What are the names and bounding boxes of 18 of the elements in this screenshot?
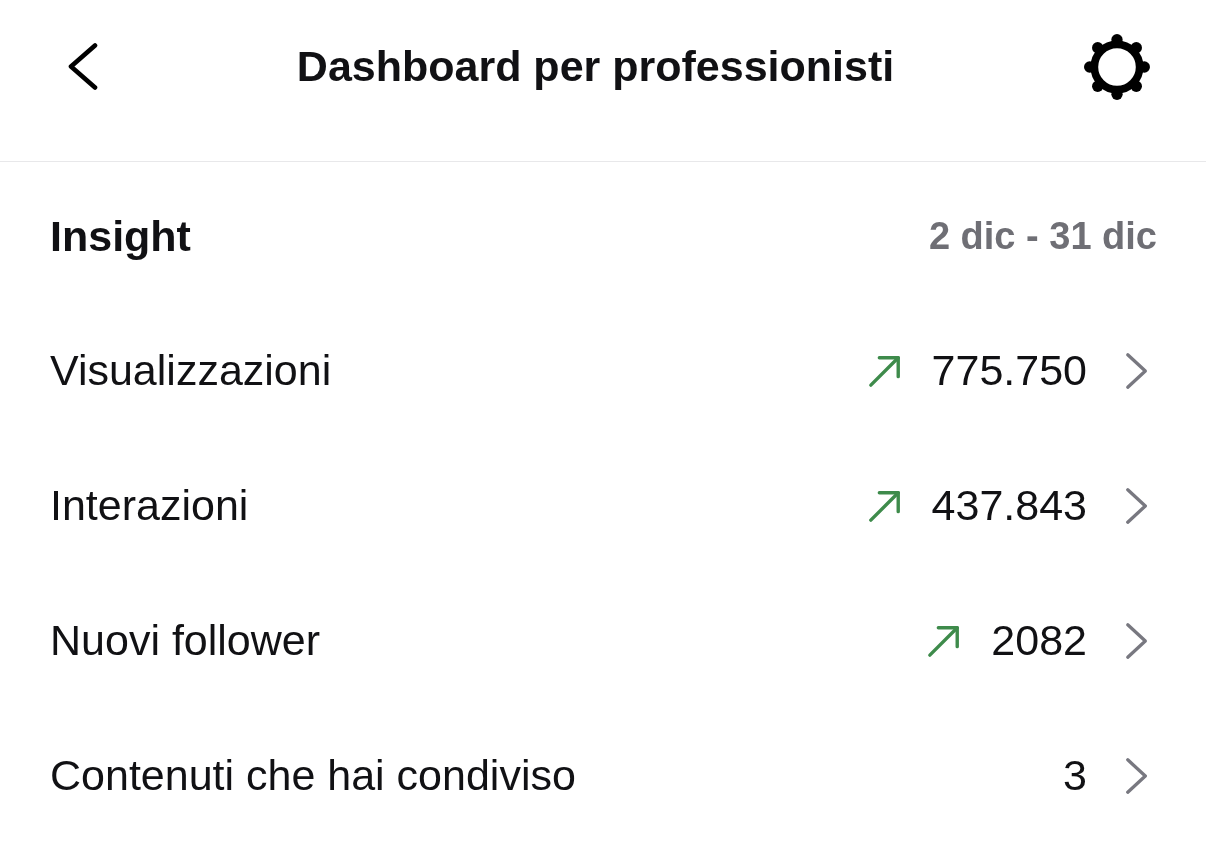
chevron-left-icon <box>68 43 98 90</box>
metric-label: Interazioni <box>50 481 249 530</box>
chevron-right-icon[interactable] <box>1125 756 1149 795</box>
section-heading: Insight <box>50 211 191 261</box>
metric-value: 2082 <box>991 616 1087 665</box>
metric-value: 3 <box>1063 751 1087 800</box>
metric-label: Contenuti che hai condiviso <box>50 751 576 800</box>
chevron-right-icon[interactable] <box>1125 621 1149 660</box>
date-range: 2 dic - 31 dic <box>928 214 1157 258</box>
metric-label: Nuovi follower <box>50 616 321 665</box>
gear-icon <box>1083 32 1151 101</box>
metric-value: 775.750 <box>931 346 1087 395</box>
chevron-right-icon[interactable] <box>1125 486 1149 525</box>
chevron-right-icon[interactable] <box>1125 351 1149 390</box>
metric-value: 437.843 <box>931 481 1087 530</box>
page-title: Dashboard per professionisti <box>295 42 896 91</box>
back-button[interactable] <box>66 41 100 92</box>
metric-label: Visualizzazioni <box>50 346 332 395</box>
